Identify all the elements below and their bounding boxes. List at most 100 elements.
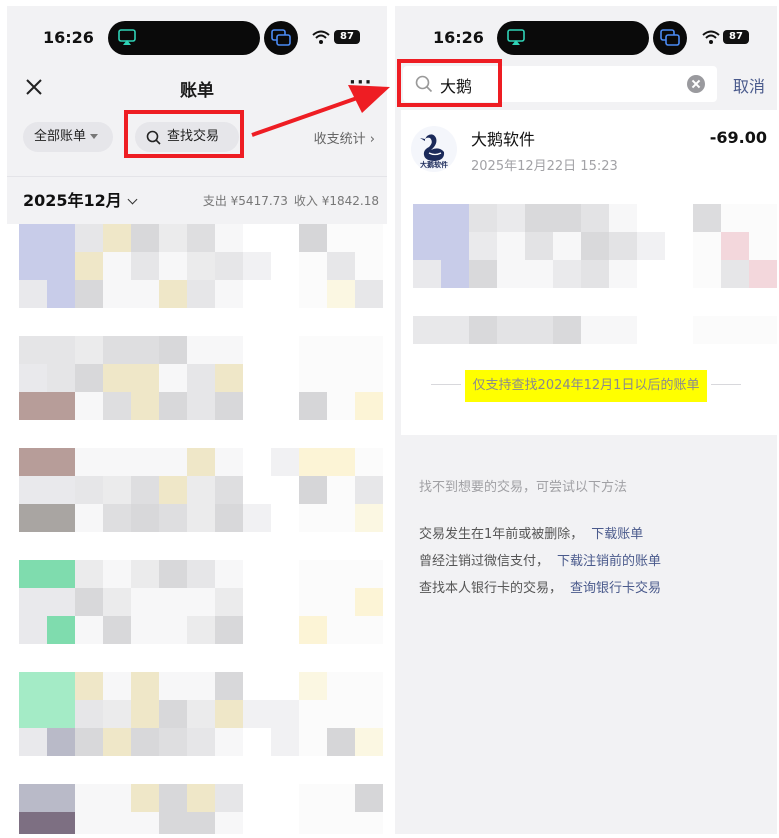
mosaic-cell: [131, 364, 159, 392]
mosaic-cell: [215, 504, 243, 532]
mosaic-cell: [693, 316, 721, 344]
cancel-button[interactable]: 取消: [733, 73, 765, 97]
mosaic-cell: [243, 476, 271, 504]
mosaic-cell: [159, 616, 187, 644]
mosaic-cell: [271, 336, 299, 364]
mosaic-cell: [271, 588, 299, 616]
annotation-highlight-box: [397, 59, 502, 107]
mosaic-cell: [243, 728, 271, 756]
mosaic-cell: [721, 316, 749, 344]
mosaic-cell: [131, 336, 159, 364]
mosaic-cell: [131, 700, 159, 728]
mosaic-cell: [47, 448, 75, 476]
mosaic-cell: [19, 616, 47, 644]
mosaic-cell: [327, 224, 355, 252]
logo-text: 大鹅软件: [420, 161, 448, 169]
all-accounts-label: 全部账单: [34, 129, 87, 144]
search-results-screen: 16:26 87 大鹅 取消 大鹅软件 大鹅软件 2025年12月22日 15:…: [395, 6, 777, 834]
mosaic-cell: [525, 288, 553, 316]
mosaic-cell: [75, 784, 103, 812]
mosaic-cell: [581, 316, 609, 344]
mosaic-cell: [441, 316, 469, 344]
mosaic-cell: [637, 232, 665, 260]
mosaic-cell: [327, 280, 355, 308]
mosaic-cell: [355, 476, 383, 504]
mosaic-cell: [299, 812, 327, 834]
month-summary: 支出 ¥5417.73 收入 ¥1842.18: [203, 192, 379, 209]
mosaic-cell: [299, 308, 327, 336]
mosaic-cell: [271, 308, 299, 336]
mosaic-cell: [327, 392, 355, 420]
mosaic-cell: [525, 260, 553, 288]
mosaic-cell: [469, 316, 497, 344]
mosaic-cell: [215, 364, 243, 392]
mosaic-cell: [47, 644, 75, 672]
mosaic-cell: [299, 616, 327, 644]
mosaic-cell: [159, 784, 187, 812]
pixelated-transaction-list: [7, 224, 387, 834]
mosaic-cell: [243, 700, 271, 728]
month-selector[interactable]: 2025年12月: [23, 187, 138, 211]
mosaic-cell: [131, 280, 159, 308]
mosaic-cell: [187, 812, 215, 834]
mosaic-cell: [355, 392, 383, 420]
mosaic-cell: [19, 420, 47, 448]
mosaic-cell: [103, 224, 131, 252]
mosaic-cell: [19, 364, 47, 392]
mosaic-cell: [187, 532, 215, 560]
airplay-icon: [118, 29, 136, 45]
mosaic-cell: [243, 756, 271, 784]
mosaic-cell: [19, 532, 47, 560]
mosaic-cell: [103, 392, 131, 420]
mosaic-cell: [749, 316, 777, 344]
mosaic-cell: [327, 784, 355, 812]
mosaic-cell: [75, 728, 103, 756]
mosaic-cell: [299, 756, 327, 784]
mosaic-cell: [47, 700, 75, 728]
mosaic-cell: [497, 316, 525, 344]
mosaic-cell: [131, 448, 159, 476]
mosaic-cell: [131, 672, 159, 700]
mosaic-cell: [525, 232, 553, 260]
download-closed-account-bill-link[interactable]: 下载注销前的账单: [557, 554, 661, 569]
mosaic-cell: [215, 616, 243, 644]
mosaic-cell: [299, 280, 327, 308]
mosaic-cell: [215, 336, 243, 364]
mosaic-cell: [75, 448, 103, 476]
clear-search-icon[interactable]: [687, 75, 705, 93]
mosaic-cell: [103, 476, 131, 504]
transaction-row[interactable]: 大鹅软件 大鹅软件 2025年12月22日 15:23 -69.00: [401, 110, 777, 196]
mosaic-cell: [525, 204, 553, 232]
mosaic-cell: [441, 260, 469, 288]
mosaic-cell: [413, 288, 441, 316]
mosaic-cell: [271, 224, 299, 252]
mosaic-cell: [131, 616, 159, 644]
mosaic-cell: [159, 420, 187, 448]
mosaic-cell: [159, 532, 187, 560]
mosaic-cell: [215, 644, 243, 672]
mosaic-cell: [693, 288, 721, 316]
mosaic-cell: [19, 252, 47, 280]
mosaic-cell: [75, 252, 103, 280]
mosaic-cell: [355, 616, 383, 644]
mosaic-cell: [327, 448, 355, 476]
mosaic-cell: [47, 756, 75, 784]
all-accounts-dropdown[interactable]: 全部账单: [23, 122, 113, 152]
mosaic-cell: [441, 204, 469, 232]
mosaic-cell: [159, 252, 187, 280]
mosaic-cell: [103, 364, 131, 392]
query-bank-card-link[interactable]: 查询银行卡交易: [570, 581, 661, 596]
mosaic-cell: [721, 204, 749, 232]
mosaic-cell: [299, 392, 327, 420]
mosaic-cell: [47, 588, 75, 616]
pixelation-mosaic: [7, 224, 387, 834]
mosaic-cell: [243, 252, 271, 280]
status-time: 16:26: [433, 28, 484, 47]
download-bill-link[interactable]: 下载账单: [591, 527, 643, 542]
caret-down-icon: [90, 134, 99, 139]
mosaic-cell: [299, 252, 327, 280]
mosaic-cell: [75, 812, 103, 834]
mosaic-cell: [103, 280, 131, 308]
mosaic-cell: [299, 476, 327, 504]
mosaic-cell: [243, 560, 271, 588]
